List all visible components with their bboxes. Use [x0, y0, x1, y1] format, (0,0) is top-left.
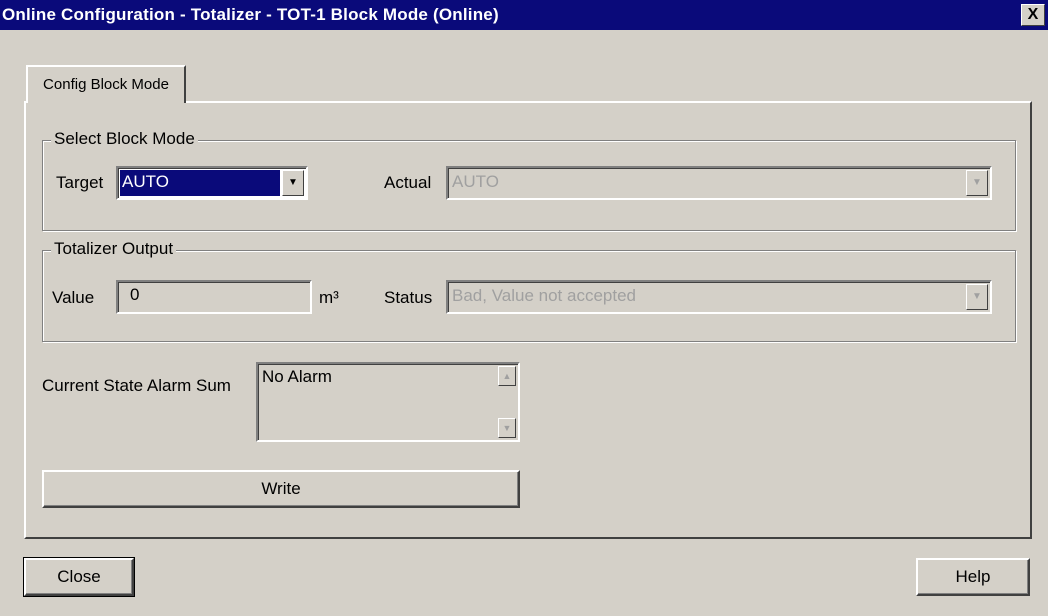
scroll-up-icon[interactable]: ▲ [498, 366, 516, 386]
status-label: Status [384, 288, 433, 307]
value-label: Value [52, 288, 95, 307]
actual-mode-value: AUTO [452, 172, 499, 191]
target-dropdown-icon[interactable]: ▼ [282, 170, 304, 196]
target-mode-select[interactable]: AUTO ▼ [116, 166, 308, 200]
alarm-label: Current State Alarm Sum [42, 376, 231, 395]
close-button[interactable]: Close [23, 557, 135, 597]
write-button[interactable]: Write [42, 470, 520, 508]
actual-dropdown-icon: ▼ [966, 170, 988, 196]
alarm-value: No Alarm [262, 367, 332, 386]
select-block-mode-legend: Select Block Mode [51, 129, 198, 149]
actual-mode-select: AUTO ▼ [446, 166, 992, 200]
close-window-button[interactable]: X [1021, 4, 1045, 26]
scroll-down-icon[interactable]: ▼ [498, 418, 516, 438]
status-value: Bad, Value not accepted [452, 286, 636, 305]
target-label: Target [56, 173, 104, 192]
target-mode-value: AUTO [120, 170, 280, 196]
status-dropdown-icon: ▼ [966, 284, 988, 310]
alarm-list[interactable]: No Alarm ▲ ▼ [256, 362, 520, 442]
output-value: 0 [130, 285, 140, 304]
actual-label: Actual [384, 173, 432, 192]
totalizer-output-legend: Totalizer Output [51, 239, 177, 259]
tab-config-block-mode[interactable]: Config Block Mode [26, 65, 186, 103]
title-bar[interactable]: Online Configuration - Totalizer - TOT-1… [0, 0, 1048, 30]
unit-label: m³ [319, 288, 339, 307]
status-select: Bad, Value not accepted ▼ [446, 280, 992, 314]
output-value-field: 0 [116, 280, 312, 314]
window-title: Online Configuration - Totalizer - TOT-1… [2, 5, 499, 24]
help-button[interactable]: Help [916, 558, 1030, 596]
